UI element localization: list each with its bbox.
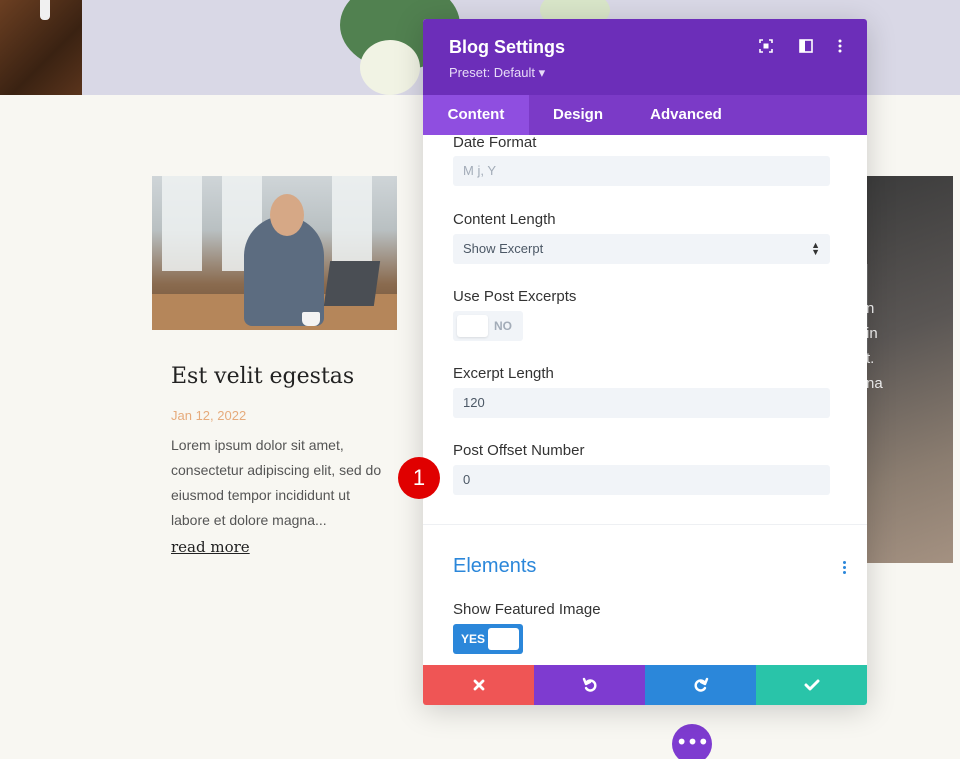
post-title[interactable]: Est velit egestas [171, 364, 354, 389]
annotation-badge: 1 [398, 457, 440, 499]
more-actions-button[interactable]: ••• [672, 724, 712, 759]
modal-title: Blog Settings [449, 37, 565, 57]
tab-content[interactable]: Content [423, 95, 529, 135]
toggle-state-label: NO [494, 319, 512, 333]
content-length-value: Show Excerpt [463, 241, 544, 256]
date-format-label: Date Format [453, 135, 537, 151]
read-more-link[interactable]: read more [171, 538, 250, 556]
focus-icon[interactable] [759, 39, 773, 53]
modal-footer [423, 665, 867, 705]
close-icon [473, 679, 484, 691]
content-length-label: Content Length [453, 211, 556, 228]
toggle-knob [457, 315, 488, 337]
post-excerpt: Lorem ipsum dolor sit amet, consectetur … [171, 437, 382, 528]
post-offset-input[interactable]: 0 [453, 465, 830, 495]
hero-wood-detail [0, 0, 82, 95]
elements-section-title[interactable]: Elements [453, 555, 536, 578]
section-divider [423, 524, 867, 525]
more-vertical-icon[interactable] [833, 39, 847, 53]
undo-icon [582, 677, 596, 692]
undo-button[interactable] [534, 665, 645, 705]
content-length-select[interactable]: Show Excerpt ▲ ▼ [453, 234, 830, 264]
second-post-excerpt-fragment: n in t. na [866, 300, 883, 392]
tab-design[interactable]: Design [529, 95, 627, 135]
modal-tabs: Content Design Advanced [423, 95, 867, 135]
use-post-excerpts-label: Use Post Excerpts [453, 288, 577, 305]
check-icon [804, 679, 819, 691]
toggle-state-label: YES [461, 632, 486, 646]
redo-button[interactable] [645, 665, 756, 705]
redo-icon [694, 677, 708, 692]
post-offset-label: Post Offset Number [453, 442, 585, 459]
tab-advanced[interactable]: Advanced [627, 95, 745, 135]
use-post-excerpts-toggle[interactable]: NO [453, 311, 523, 341]
post-date: Jan 12, 2022 [171, 408, 247, 423]
show-featured-image-label: Show Featured Image [453, 601, 601, 618]
sidebar-layout-icon[interactable] [799, 39, 813, 53]
settings-body[interactable]: Date Format M j, Y Content Length Show E… [423, 135, 867, 665]
toggle-knob [488, 628, 519, 650]
excerpt-length-label: Excerpt Length [453, 365, 554, 382]
preset-dropdown[interactable]: Preset: Default ▾ [449, 65, 545, 81]
excerpt-length-input[interactable]: 120 [453, 388, 830, 418]
section-menu-icon[interactable] [837, 560, 851, 578]
save-button[interactable] [756, 665, 867, 705]
blog-settings-modal: Blog Settings Preset: Default ▾ Content … [423, 19, 867, 705]
modal-header: Blog Settings Preset: Default ▾ [423, 19, 867, 95]
cancel-button[interactable] [423, 665, 534, 705]
show-featured-image-toggle[interactable]: YES [453, 624, 523, 654]
date-format-input[interactable]: M j, Y [453, 156, 830, 186]
hero-flower [360, 40, 420, 95]
post-featured-image[interactable] [152, 176, 397, 330]
select-arrows-icon: ▲ ▼ [811, 240, 820, 257]
